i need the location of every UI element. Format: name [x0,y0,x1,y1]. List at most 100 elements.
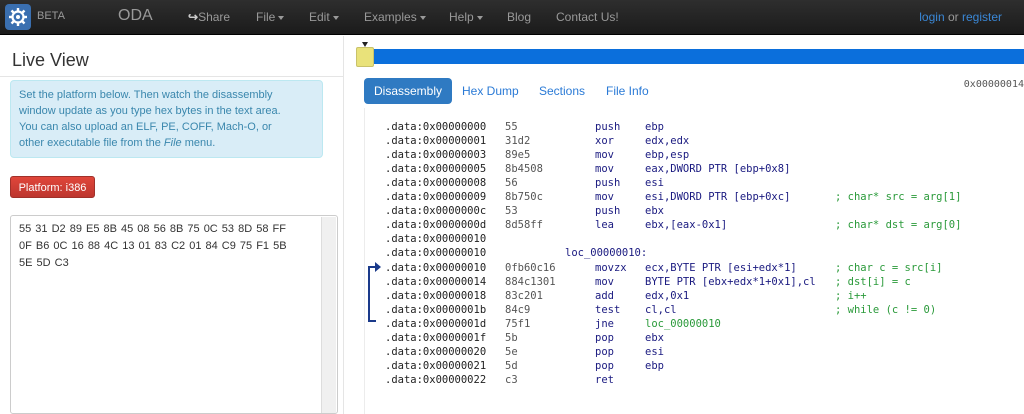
instruction-mnemonic: mov [595,275,614,288]
menu-edit-label: Edit [309,10,330,24]
instruction-bytes: 53 [505,205,518,218]
instruction-mnemonic: movzx [595,261,627,274]
tab-disassembly[interactable]: Disassembly [364,78,453,104]
hex-input-textarea[interactable]: 55 31 D2 89 E5 8B 45 08 56 8B 75 0C 53 8… [10,215,338,414]
menu-edit[interactable]: Edit [309,10,339,24]
beta-label: BETA [37,10,65,22]
file-menu-ref: File [163,137,182,149]
instruction-bytes: 5e [505,345,518,358]
instruction-comment: ; while (c != 0) [835,303,937,316]
instruction-operands[interactable]: loc_00000010 [645,317,721,331]
caret-down-icon [419,15,426,20]
caret-down-icon [476,15,483,20]
instruction-mnemonic: mov [595,163,614,176]
disassembly-view[interactable]: .data:0x00000000 55 push ebp .data:0x0000000… [364,108,1024,414]
menu-examples[interactable]: Examples [364,10,426,24]
share-icon: ↪ [188,10,199,24]
loop-arrow-icon [368,266,376,322]
instruction-address: .data:0x00000021 [385,359,487,372]
caret-down-icon [332,15,339,20]
instruction-address: .data:0x00000010 [385,261,487,274]
menu-help-label: Help [449,10,474,24]
instruction-address: .data:0x00000001 [385,135,487,148]
position-handle[interactable] [356,47,374,67]
register-link[interactable]: register [962,10,1002,24]
tab-sections[interactable]: Sections [529,78,595,104]
instruction-mnemonic: mov [595,149,614,162]
instruction-mnemonic: add [595,289,614,302]
instruction-bytes: 5d [505,359,518,372]
file-position-bar[interactable] [361,49,1024,64]
instruction-mnemonic: jne [595,317,614,330]
instruction-operands: ebx,[eax-0x1] [645,219,728,232]
instruction-operands: BYTE PTR [ebx+edx*1+0x1],cl [645,275,816,288]
instruction-address: .data:0x00000010 [385,247,487,260]
instruction-address: .data:0x0000000c [385,205,487,218]
instruction-bytes: 84c9 [505,303,531,316]
arrow-head-icon [375,262,381,272]
instruction-mnemonic: pop [595,359,614,372]
instruction-bytes: 55 [505,121,518,133]
brand-title[interactable]: ODA [118,7,153,25]
share-link[interactable]: ↪Share [188,10,230,24]
instruction-operands: eax,DWORD PTR [ebp+0x8] [645,163,791,176]
instruction-address: .data:0x00000010 [385,233,487,246]
instruction-operands: edx,edx [645,135,690,148]
menu-examples-label: Examples [364,10,417,24]
instruction-operands: ebx [645,331,664,344]
instruction-address: .data:0x0000000d [385,219,487,232]
instruction-address: .data:0x0000001b [385,303,487,316]
caret-down-icon [278,15,285,20]
instruction-operands: edx,0x1 [645,289,690,302]
instruction-mnemonic: push [595,205,621,218]
menu-file-label: File [256,10,276,24]
login-link[interactable]: login [919,10,944,24]
instruction-operands: ebp,esp [645,149,690,162]
instruction-mnemonic: pop [595,331,614,344]
menu-file[interactable]: File [256,10,285,24]
instruction-address: .data:0x00000020 [385,345,487,358]
contact-link[interactable]: Contact Us! [556,10,619,24]
or-text: or [947,10,959,24]
instruction-address: .data:0x00000008 [385,177,487,190]
instruction-comment: ; dst[i] = c [835,275,911,288]
position-marker-icon [362,42,368,47]
instruction-bytes: 5b [505,331,518,344]
hex-bytes-text: 55 31 D2 89 E5 8B 45 08 56 8B 75 0C 53 8… [19,223,287,269]
tab-hex-dump[interactable]: Hex Dump [452,78,529,104]
instruction-operands: ebp [645,121,664,133]
instruction-operands: ebx [645,205,664,218]
instruction-bytes: c3 [505,373,518,386]
instruction-bytes: 89e5 [505,149,531,162]
gear-logo-icon[interactable] [5,4,31,30]
instruction-bytes: 8b750c [505,191,543,204]
instruction-bytes: 83c201 [505,289,543,302]
info-text: other executable file from the [19,137,164,149]
blog-link[interactable]: Blog [507,10,531,24]
instruction-address: .data:0x0000001f [385,331,487,344]
instruction-address: .data:0x00000003 [385,149,487,162]
instruction-comment: ; i++ [835,289,867,302]
instruction-operands: esi,DWORD PTR [ebp+0xc] [645,191,791,204]
instruction-operands: ecx,BYTE PTR [esi+edx*1] [645,261,797,274]
instruction-mnemonic: push [595,121,621,133]
instruction-comment: ; char c = src[i] [835,261,943,274]
left-divider [0,76,343,77]
platform-button[interactable]: Platform: i386 [10,176,95,198]
code-label: loc_00000010: [565,247,648,260]
instruction-mnemonic: push [595,177,621,190]
instruction-mnemonic: pop [595,345,614,358]
menu-help[interactable]: Help [449,10,483,24]
instruction-mnemonic: xor [595,135,614,148]
info-line: window update as you type hex bytes in t… [19,105,281,117]
instruction-bytes: 75f1 [505,317,531,330]
tab-file-info[interactable]: File Info [596,78,659,104]
auth-links: login or register [919,10,1002,24]
instruction-address: .data:0x00000005 [385,163,487,176]
instruction-operands: esi [645,345,664,358]
info-line: other executable file from the File menu… [19,135,314,151]
instruction-address: .data:0x00000000 [385,121,487,133]
instruction-bytes: 884c1301 [505,275,556,288]
panel-divider [343,36,344,414]
textarea-scrollbar[interactable] [321,217,336,413]
